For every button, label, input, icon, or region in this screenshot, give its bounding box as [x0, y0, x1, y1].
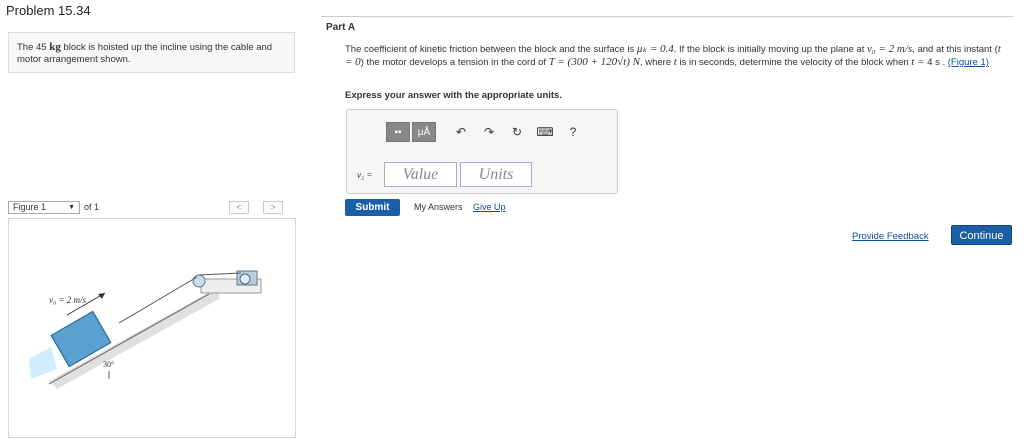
templates-icon: ▪▪	[394, 126, 402, 138]
q-tension: T = (300 + 120√t) N	[548, 56, 640, 68]
redo-icon[interactable]: ↷	[478, 122, 500, 142]
q-text-5: , where	[639, 57, 674, 68]
prev-figure-button[interactable]: <	[229, 201, 249, 214]
problem-statement: The 45 kg block is hoisted up the inclin…	[8, 32, 295, 73]
question-text: The coefficient of kinetic friction betw…	[345, 43, 1010, 69]
part-title: Part A	[326, 22, 356, 33]
keyboard-icon[interactable]: ⌨	[534, 122, 556, 142]
q-mu: μₖ = 0.4	[636, 43, 674, 55]
my-answers-link[interactable]: My Answers	[414, 202, 463, 212]
pulley	[192, 274, 206, 288]
answer-box: ▪▪ μÅ ↶ ↷ ↻ ⌨ ? v₂ = Value Units	[346, 109, 618, 194]
cable-top	[198, 272, 242, 276]
motion-blur	[29, 347, 57, 379]
answer-variable: v₂ =	[357, 170, 373, 180]
express-instruction: Express your answer with the appropriate…	[345, 90, 562, 101]
figure-panel: v₀ = 2 m/s 30°	[8, 218, 296, 438]
incline-figure: v₀ = 2 m/s 30°	[29, 270, 262, 389]
q-text-7: 4 s .	[924, 57, 946, 68]
help-icon[interactable]: ?	[562, 122, 584, 142]
figure-count: of 1	[84, 202, 100, 212]
next-figure-button[interactable]: >	[263, 201, 283, 214]
submit-button[interactable]: Submit	[345, 199, 400, 216]
problem-unit: kg	[49, 41, 61, 53]
figure-select[interactable]: Figure 1 ▼	[8, 201, 80, 214]
problem-title: Problem 15.34	[6, 3, 91, 18]
q-text-3: , and at this instant (	[912, 44, 998, 55]
angle-label: 30°	[103, 360, 114, 369]
divider	[321, 16, 1013, 17]
velocity-label: v₀ = 2 m/s	[49, 295, 86, 305]
problem-text-pre: The 45	[17, 42, 50, 53]
q-text-4: ) the motor develops a tension in the co…	[360, 57, 549, 68]
templates-button[interactable]: ▪▪	[386, 122, 410, 142]
motor-drum	[239, 273, 251, 285]
figure-link[interactable]: (Figure 1)	[948, 57, 989, 68]
answer-toolbar: ▪▪ μÅ ↶ ↷ ↻ ⌨ ?	[386, 122, 584, 142]
q-text-6: is in seconds, determine the velocity of…	[676, 57, 912, 68]
figure-select-value: Figure 1	[13, 202, 47, 212]
q-v0: v₀ = 2 m/s	[867, 43, 913, 55]
q-t4: t =	[911, 56, 925, 68]
units-button[interactable]: μÅ	[412, 122, 436, 142]
reset-icon[interactable]: ↻	[506, 122, 528, 142]
provide-feedback-link[interactable]: Provide Feedback	[852, 231, 929, 242]
figure-navigation: Figure 1 ▼ of 1 < >	[8, 201, 295, 215]
q-text-2: . If the block is initially moving up th…	[673, 44, 868, 55]
value-input[interactable]: Value	[384, 162, 457, 187]
give-up-link[interactable]: Give Up	[473, 202, 506, 212]
q-text-1: The coefficient of kinetic friction betw…	[345, 44, 637, 55]
chevron-down-icon: ▼	[68, 204, 75, 211]
units-input[interactable]: Units	[460, 162, 532, 187]
undo-icon[interactable]: ↶	[450, 122, 472, 142]
continue-button[interactable]: Continue	[951, 225, 1012, 245]
